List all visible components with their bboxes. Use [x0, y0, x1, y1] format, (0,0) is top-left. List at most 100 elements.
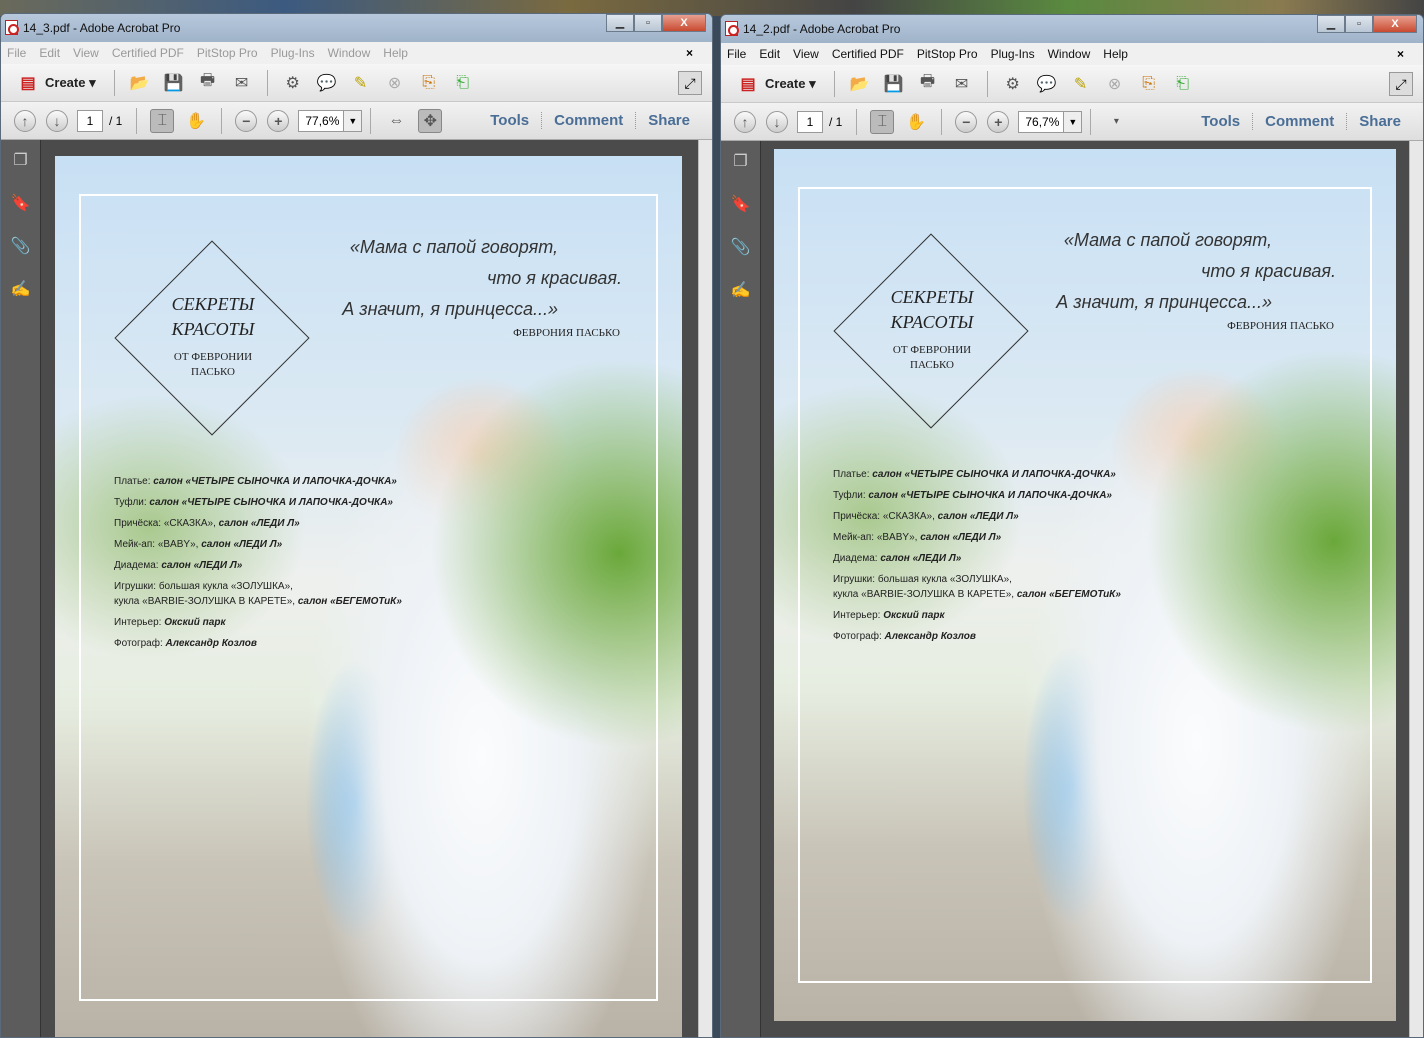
minimize-button[interactable]: ▁: [606, 14, 634, 32]
edit-document-icon[interactable]: ⎘: [1137, 72, 1161, 96]
share-pane-button[interactable]: Share: [635, 112, 702, 129]
hand-tool-icon[interactable]: ✋: [904, 110, 928, 134]
delete-page-icon[interactable]: ⊗: [1103, 72, 1127, 96]
maximize-button[interactable]: ▫: [1345, 15, 1373, 33]
highlight-text-icon[interactable]: ✎: [349, 71, 373, 95]
tools-pane-button[interactable]: Tools: [478, 112, 541, 129]
edit-document-icon[interactable]: ⎘: [417, 71, 441, 95]
open-icon[interactable]: 📂: [128, 71, 152, 95]
acrobat-window-1: 14_3.pdf - Adobe Acrobat Pro ▁ ▫ X File Edi…: [0, 13, 713, 1038]
gear-icon[interactable]: ⚙: [1001, 72, 1025, 96]
next-page-icon[interactable]: ↓: [46, 109, 68, 132]
menu-file[interactable]: File: [7, 46, 26, 60]
print-icon[interactable]: 🖶: [196, 71, 220, 95]
save-icon[interactable]: 💾: [162, 71, 186, 95]
minimize-button[interactable]: ▁: [1317, 15, 1345, 33]
previous-page-icon[interactable]: ↑: [14, 109, 36, 132]
navigation-toolbar: ↑ ↓ 1 / 1 ⌶ ✋ − + 77,6% ▼ ⇔ ✥ Tools Comment…: [1, 102, 712, 140]
menu-certified-pdf[interactable]: Certified PDF: [832, 47, 904, 61]
menu-window[interactable]: Window: [1048, 47, 1091, 61]
close-document-icon[interactable]: ×: [1397, 47, 1404, 61]
menu-edit[interactable]: Edit: [759, 47, 780, 61]
signatures-icon[interactable]: ✍: [11, 279, 31, 299]
email-icon[interactable]: ✉: [950, 72, 974, 96]
navigation-pane: ❐ 🔖 📎 ✍: [721, 141, 761, 1037]
zoom-level-select[interactable]: 77,6% ▼: [298, 109, 363, 132]
email-icon[interactable]: ✉: [230, 71, 254, 95]
comment-icon[interactable]: 💬: [1035, 72, 1059, 96]
menu-view[interactable]: View: [73, 46, 99, 60]
close-document-icon[interactable]: ×: [686, 46, 693, 60]
menu-file[interactable]: File: [727, 47, 746, 61]
credit-line: Игрушки: большая кукла «ЗОЛУШКА», кукла …: [833, 574, 1121, 600]
page-total: / 1: [829, 114, 843, 129]
previous-page-icon[interactable]: ↑: [734, 110, 756, 133]
gear-icon[interactable]: ⚙: [281, 71, 305, 95]
next-page-icon[interactable]: ↓: [766, 110, 788, 133]
menu-help[interactable]: Help: [383, 46, 408, 60]
save-icon[interactable]: 💾: [882, 72, 906, 96]
bookmarks-icon[interactable]: 🔖: [731, 194, 751, 214]
print-icon[interactable]: 🖶: [916, 72, 940, 96]
menu-window[interactable]: Window: [328, 46, 371, 60]
hand-tool-icon[interactable]: ✋: [184, 109, 208, 133]
credit-line: Туфли: салон «ЧЕТЫРЕ СЫНОЧКА И ЛАПОЧКА-Д…: [833, 490, 1112, 501]
chevron-down-icon[interactable]: ▼: [343, 110, 362, 131]
export-icon[interactable]: ⎗: [451, 71, 475, 95]
zoom-out-icon[interactable]: −: [235, 109, 258, 132]
quote-author: ФЕВРОНИЯ ПАСЬКО: [513, 327, 620, 339]
page-thumbnails-icon[interactable]: ❐: [11, 150, 31, 170]
share-pane-button[interactable]: Share: [1346, 113, 1413, 130]
maximize-button[interactable]: ▫: [634, 14, 662, 32]
select-tool-icon[interactable]: ⌶: [150, 108, 175, 133]
highlight-text-icon[interactable]: ✎: [1069, 72, 1093, 96]
close-button[interactable]: X: [662, 14, 706, 32]
menu-edit[interactable]: Edit: [39, 46, 60, 60]
signatures-icon[interactable]: ✍: [731, 280, 751, 300]
bookmarks-icon[interactable]: 🔖: [11, 193, 31, 213]
vertical-scrollbar[interactable]: [698, 140, 712, 1037]
navigation-toolbar: ↑ ↓ 1 / 1 ⌶ ✋ − + 76,7% ▼ ▾ Tools Comment S…: [721, 103, 1423, 141]
menu-plug-ins[interactable]: Plug-Ins: [991, 47, 1035, 61]
fit-width-icon[interactable]: ⇔: [384, 109, 408, 133]
page-thumbnails-icon[interactable]: ❐: [731, 151, 751, 171]
open-icon[interactable]: 📂: [848, 72, 872, 96]
menu-help[interactable]: Help: [1103, 47, 1128, 61]
menu-pitstop-pro[interactable]: PitStop Pro: [917, 47, 978, 61]
zoom-level-select[interactable]: 76,7% ▼: [1018, 110, 1083, 133]
credit-line: Причёска: «СКАЗКА», салон «ЛЕДИ Л»: [833, 511, 1019, 522]
fit-page-icon[interactable]: ✥: [418, 108, 443, 133]
attachments-icon[interactable]: 📎: [731, 237, 751, 257]
credit-line: Фотограф: Александр Козлов: [833, 631, 976, 642]
vertical-scrollbar[interactable]: [1409, 141, 1423, 1037]
page-number-input[interactable]: 1: [797, 110, 823, 133]
more-tools-chevron-icon[interactable]: ▾: [1104, 110, 1128, 134]
close-button[interactable]: X: [1373, 15, 1417, 33]
main-toolbar: ▤ Create ▾ 📂 💾 🖶 ✉ ⚙ 💬 ✎ ⊗ ⎘ ⎗ ⤢: [1, 64, 712, 102]
full-screen-icon[interactable]: ⤢: [1389, 71, 1413, 96]
zoom-in-icon[interactable]: +: [267, 109, 290, 132]
export-icon[interactable]: ⎗: [1171, 72, 1195, 96]
menu-view[interactable]: View: [793, 47, 819, 61]
menu-plug-ins[interactable]: Plug-Ins: [271, 46, 315, 60]
zoom-out-icon[interactable]: −: [955, 110, 978, 133]
page-number-input[interactable]: 1: [77, 109, 103, 132]
delete-page-icon[interactable]: ⊗: [383, 71, 407, 95]
comment-icon[interactable]: 💬: [315, 71, 339, 95]
select-tool-icon[interactable]: ⌶: [870, 109, 895, 134]
attachments-icon[interactable]: 📎: [11, 236, 31, 256]
create-button[interactable]: ▤ Create ▾: [11, 71, 95, 95]
menu-certified-pdf[interactable]: Certified PDF: [112, 46, 184, 60]
pdf-page: СЕКРЕТЫ КРАСОТЫ ОТ ФЕВРОНИИ ПАСЬКО «Мама…: [55, 156, 682, 1037]
full-screen-icon[interactable]: ⤢: [678, 70, 702, 95]
title-bar[interactable]: 14_2.pdf - Adobe Acrobat Pro ▁ ▫ X: [721, 15, 1423, 43]
chevron-down-icon[interactable]: ▼: [1063, 111, 1082, 132]
zoom-in-icon[interactable]: +: [987, 110, 1010, 133]
title-bar[interactable]: 14_3.pdf - Adobe Acrobat Pro ▁ ▫ X: [1, 14, 712, 42]
tools-pane-button[interactable]: Tools: [1189, 113, 1252, 130]
credit-line: Платье: салон «ЧЕТЫРЕ СЫНОЧКА И ЛАПОЧКА-…: [833, 469, 1116, 480]
comment-pane-button[interactable]: Comment: [1252, 113, 1346, 130]
create-button[interactable]: ▤ Create ▾: [731, 72, 815, 96]
comment-pane-button[interactable]: Comment: [541, 112, 635, 129]
menu-pitstop-pro[interactable]: PitStop Pro: [197, 46, 258, 60]
